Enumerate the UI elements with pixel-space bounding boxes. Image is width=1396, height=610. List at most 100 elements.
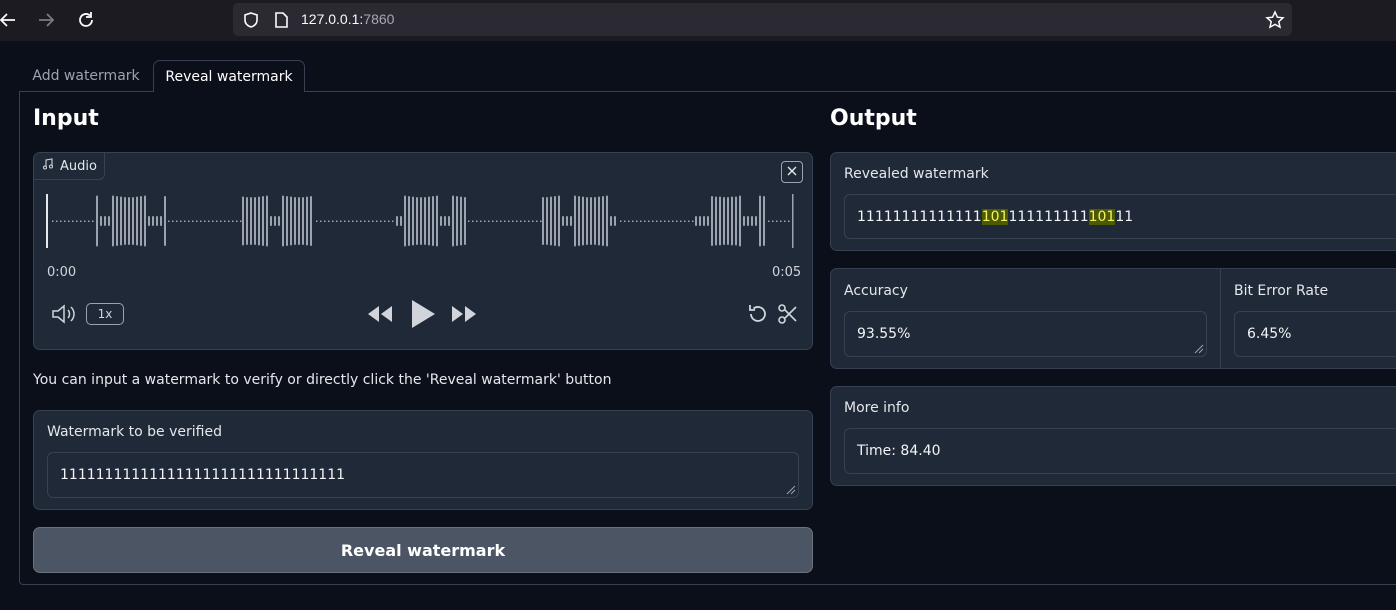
waveform-bar [254, 197, 256, 245]
waveform-dot [240, 220, 242, 222]
verify-watermark-input[interactable]: 11111111111111111111111111111111 [47, 452, 799, 498]
waveform-dot [688, 220, 690, 222]
shield-icon[interactable] [239, 8, 263, 32]
waveform-dot [336, 220, 338, 222]
time-end: 0:05 [772, 265, 802, 280]
watermark-segment: 111111111 [1008, 208, 1089, 225]
waveform-dot [80, 220, 82, 222]
reveal-watermark-button[interactable]: Reveal watermark [33, 527, 813, 573]
waveform-bar [246, 197, 248, 245]
waveform-bar [160, 216, 162, 226]
waveform-bar [566, 216, 568, 226]
waveform-bar [100, 216, 102, 226]
waveform-dot [480, 220, 482, 222]
waveform-bar [258, 196, 260, 246]
waveform-dot [180, 220, 182, 222]
close-icon [787, 163, 797, 181]
url-text[interactable]: 127.0.0.1:7860 [301, 11, 394, 27]
waveform-dot [692, 220, 694, 222]
waveform-bar [731, 196, 733, 246]
waveform-dot [496, 220, 498, 222]
scissors-icon[interactable] [776, 302, 800, 331]
waveform-bar [136, 196, 138, 246]
waveform-dot [220, 220, 222, 222]
forward-arrow-icon[interactable] [34, 8, 58, 32]
bookmark-star-icon[interactable] [1263, 8, 1287, 32]
volume-icon[interactable] [51, 303, 77, 330]
tab-add-watermark[interactable]: Add watermark [20, 60, 152, 92]
undo-icon[interactable] [746, 302, 770, 331]
waveform-dot [372, 220, 374, 222]
waveform-bar [444, 216, 446, 226]
waveform-bar [606, 195, 608, 247]
waveform-dot [364, 220, 366, 222]
waveform-dot [512, 220, 514, 222]
waveform-dot [528, 220, 530, 222]
waveform-bar [763, 196, 765, 246]
waveform-dot [664, 220, 666, 222]
waveform-bar [586, 197, 588, 245]
waveform-dot [680, 220, 682, 222]
waveform-dot [228, 220, 230, 222]
tab-reveal-watermark[interactable]: Reveal watermark [153, 60, 305, 92]
watermark-segment: 11111111111111 [857, 208, 982, 225]
waveform-bar [570, 216, 572, 226]
waveform-bar [400, 216, 402, 226]
waveform-bar [298, 197, 300, 245]
waveform-bar [719, 196, 721, 246]
waveform-dot [204, 220, 206, 222]
waveform-bar [546, 197, 548, 245]
waveform-bar [290, 196, 292, 246]
playback-speed-button[interactable]: 1x [86, 303, 124, 325]
waveform-bar [96, 195, 98, 247]
waveform-bar [412, 196, 414, 246]
output-heading: Output [830, 106, 917, 131]
back-arrow-icon[interactable] [0, 8, 20, 32]
waveform-bar [554, 196, 556, 246]
waveform-dot [632, 220, 634, 222]
waveform-bar [590, 197, 592, 245]
waveform-dot [640, 220, 642, 222]
hint-text: You can input a watermark to verify or d… [33, 372, 612, 388]
fast-forward-icon[interactable] [450, 303, 478, 330]
waveform-bar [306, 196, 308, 246]
waveform-dot [184, 220, 186, 222]
audio-waveform[interactable] [44, 190, 799, 252]
waveform-bar [747, 216, 749, 226]
waveform-bar [156, 216, 158, 226]
waveform-dot [188, 220, 190, 222]
waveform-bar [727, 197, 729, 245]
resize-grip-icon[interactable] [1194, 344, 1204, 354]
waveform-bar [132, 197, 134, 245]
waveform-dot [380, 220, 382, 222]
waveform-bar [542, 197, 544, 245]
time-start: 0:00 [47, 265, 77, 280]
waveform-bar [460, 196, 462, 246]
waveform-bar [743, 216, 745, 226]
waveform-dot [88, 220, 90, 222]
waveform-bar [715, 196, 717, 246]
waveform-end-marker [792, 194, 794, 248]
waveform-dot [636, 220, 638, 222]
play-icon[interactable] [409, 298, 437, 335]
waveform-bar [574, 195, 576, 247]
waveform-bar [440, 216, 442, 226]
waveform-dot [504, 220, 506, 222]
waveform-dot [216, 220, 218, 222]
waveform-dot [772, 220, 774, 222]
waveform-dot [332, 220, 334, 222]
resize-grip-icon[interactable] [786, 485, 796, 495]
waveform-dot [196, 220, 198, 222]
waveform-bar [562, 216, 564, 226]
audio-badge: Audio [34, 153, 105, 180]
waveform-bar [755, 216, 757, 226]
waveform-bar [452, 195, 454, 247]
clear-audio-button[interactable] [781, 161, 803, 183]
waveform-bar [558, 195, 560, 247]
waveform-dot [628, 220, 630, 222]
rewind-icon[interactable] [366, 303, 394, 330]
waveform-dot [644, 220, 646, 222]
waveform-bar [164, 196, 166, 246]
waveform-dot [224, 220, 226, 222]
reload-icon[interactable] [74, 8, 98, 32]
